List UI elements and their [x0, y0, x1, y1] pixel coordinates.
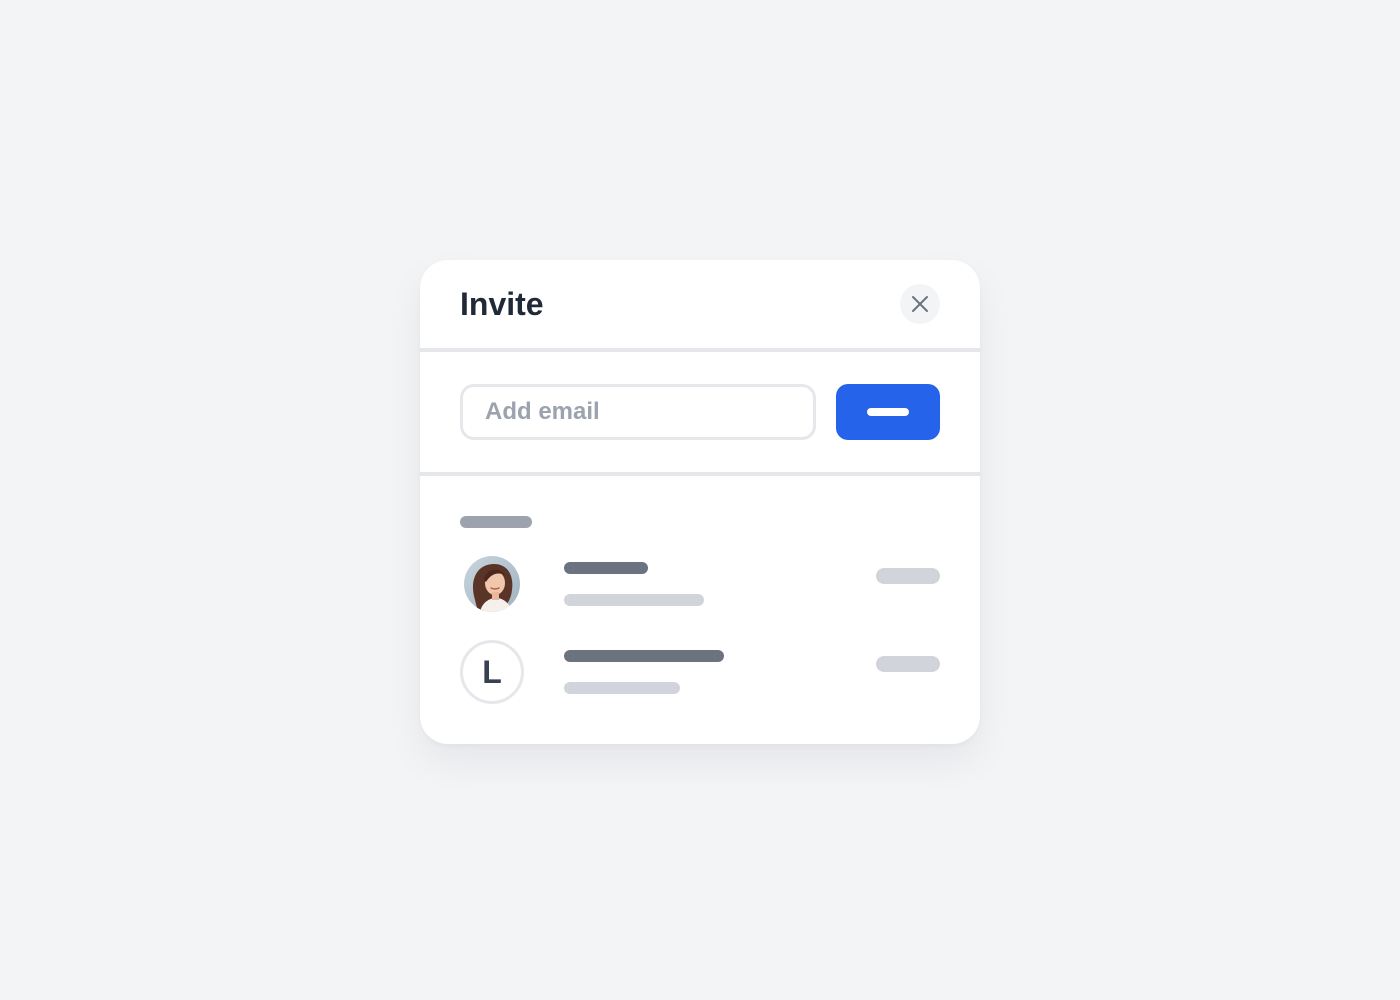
close-button[interactable] — [900, 284, 940, 324]
member-email-placeholder — [564, 682, 680, 694]
button-label-placeholder — [867, 408, 909, 416]
member-role-placeholder[interactable] — [876, 656, 940, 672]
close-icon — [910, 294, 930, 314]
member-name-placeholder — [564, 562, 648, 574]
invite-submit-button[interactable] — [836, 384, 940, 440]
user-photo-avatar — [464, 556, 520, 612]
member-role-placeholder[interactable] — [876, 568, 940, 584]
invite-modal: Invite Add email L — [420, 260, 980, 744]
modal-header: Invite — [420, 260, 980, 348]
member-name-placeholder — [564, 650, 724, 662]
initial-avatar: L — [460, 640, 524, 704]
modal-title: Invite — [460, 286, 544, 322]
members-section-heading-placeholder — [460, 516, 532, 528]
member-email-placeholder — [564, 594, 704, 606]
email-input[interactable] — [460, 384, 816, 440]
header-divider — [420, 348, 980, 352]
form-divider — [420, 472, 980, 476]
